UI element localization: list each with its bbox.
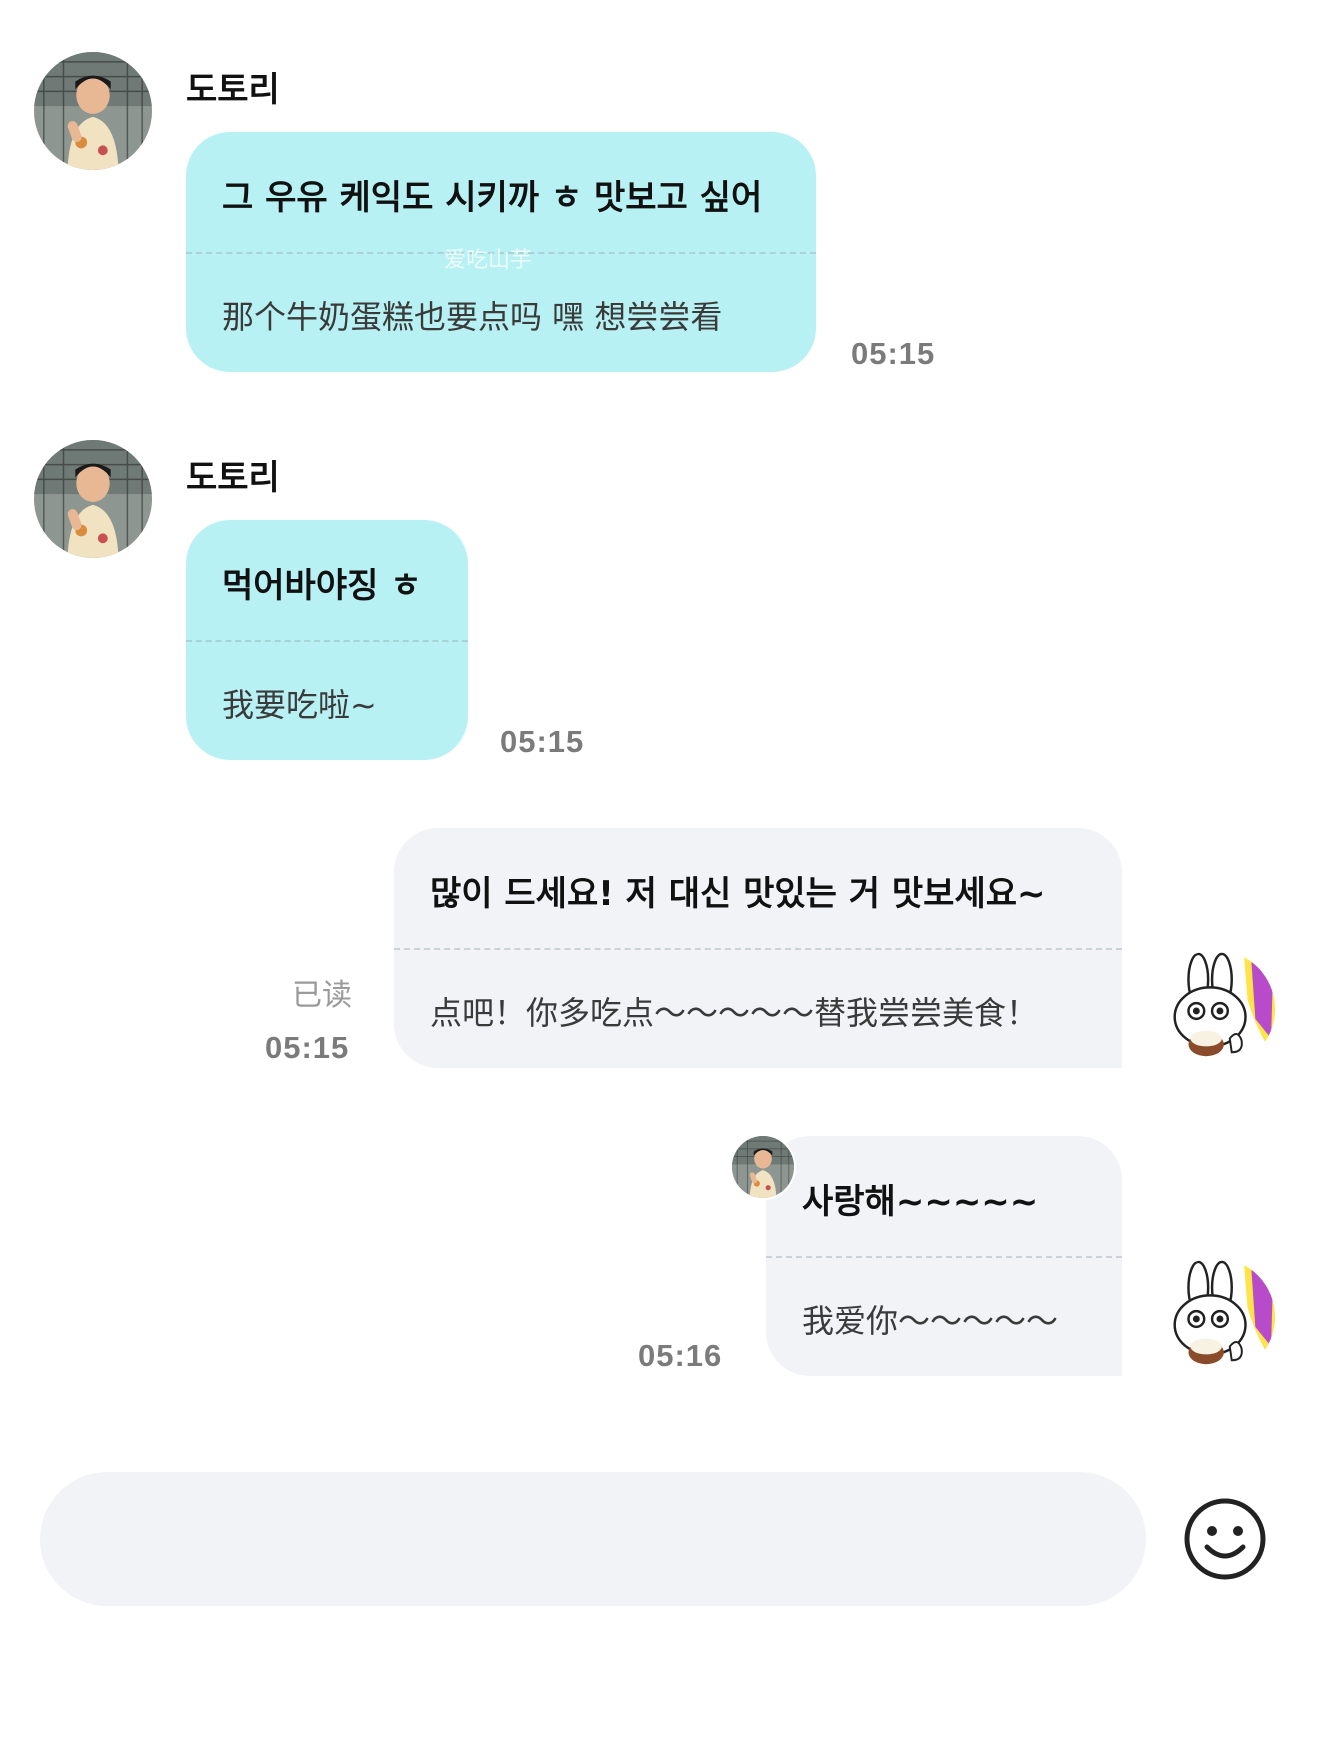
- watermark-text: 爱吃山芋: [444, 248, 533, 273]
- message-text-korean: 먹어바야징 ㅎ: [222, 566, 422, 606]
- translation-divider: [186, 640, 468, 642]
- message-time: 05:15: [851, 336, 936, 371]
- my-avatar[interactable]: [1157, 1258, 1275, 1376]
- reaction-avatar: [730, 1134, 796, 1200]
- sender-name: 도토리: [186, 458, 280, 498]
- message-text-translation: 我爱你～～～～～: [802, 1302, 1059, 1340]
- child-photo-avatar-icon: [732, 1136, 794, 1198]
- message-time: 05:15: [500, 724, 585, 759]
- emoji-button[interactable]: [1183, 1497, 1267, 1581]
- message-input[interactable]: [40, 1472, 1146, 1606]
- message-bubble[interactable]: 사랑해~~~~~ 我爱你～～～～～: [766, 1136, 1122, 1376]
- message-bubble[interactable]: 많이 드세요! 저 대신 맛있는 거 맛보세요~ 点吧！你多吃点～～～～～替我尝…: [394, 828, 1122, 1068]
- child-photo-avatar-icon: [34, 52, 152, 170]
- message-bubble[interactable]: 먹어바야징 ㅎ 我要吃啦~: [186, 520, 468, 760]
- translation-divider: [186, 252, 816, 254]
- message-text-korean: 사랑해~~~~~: [802, 1182, 1039, 1222]
- translation-divider: [766, 1256, 1122, 1258]
- sender-avatar[interactable]: [34, 440, 152, 558]
- message-text-translation: 那个牛奶蛋糕也要点吗 嘿 想尝尝看: [222, 298, 723, 336]
- child-photo-avatar-icon: [34, 440, 152, 558]
- translation-divider: [394, 948, 1122, 950]
- message-time: 05:15: [265, 1030, 350, 1065]
- sender-name: 도토리: [186, 70, 280, 110]
- read-status: 已读: [292, 978, 352, 1013]
- message-text-korean: 그 우유 케익도 시키까 ㅎ 맛보고 싶어: [222, 178, 763, 218]
- message-text-translation: 点吧！你多吃点～～～～～替我尝尝美食！: [430, 994, 1039, 1032]
- bunny-sticker-avatar-icon: [1157, 950, 1275, 1068]
- my-avatar[interactable]: [1157, 950, 1275, 1068]
- sender-avatar[interactable]: [34, 52, 152, 170]
- message-bubble[interactable]: 그 우유 케익도 시키까 ㅎ 맛보고 싶어 那个牛奶蛋糕也要点吗 嘿 想尝尝看 …: [186, 132, 816, 372]
- message-text-translation: 我要吃啦~: [222, 686, 377, 724]
- smiley-face-icon: [1184, 1498, 1266, 1580]
- message-time: 05:16: [638, 1338, 723, 1373]
- bunny-sticker-avatar-icon: [1157, 1258, 1275, 1376]
- message-text-korean: 많이 드세요! 저 대신 맛있는 거 맛보세요~: [430, 874, 1046, 914]
